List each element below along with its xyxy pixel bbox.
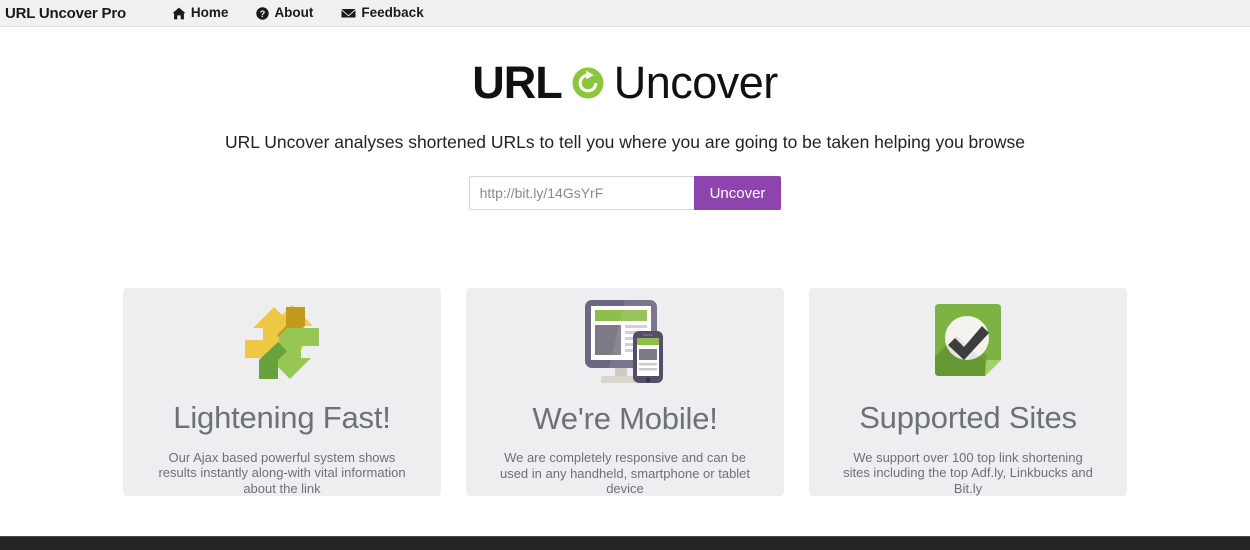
nav-link-about[interactable]: ? About — [256, 6, 313, 20]
feature-card-title: We're Mobile! — [532, 401, 718, 436]
feature-card-title: Supported Sites — [859, 400, 1077, 436]
feature-card-title: Lightening Fast! — [173, 400, 391, 436]
uncover-button[interactable]: Uncover — [693, 176, 782, 210]
feature-card-text: Our Ajax based powerful system shows res… — [158, 449, 406, 496]
nav-link-about-label: About — [274, 5, 314, 21]
hero-tagline: URL Uncover analyses shortened URLs to t… — [225, 132, 1025, 152]
refresh-circle-icon — [571, 66, 605, 100]
url-input[interactable] — [468, 176, 694, 210]
logo-secondary-text: Uncover — [613, 57, 779, 108]
feature-cards: Lightening Fast! Our Ajax based powerful… — [0, 288, 1250, 496]
site-logo: URL Uncover — [0, 60, 1250, 105]
top-navbar: URL Uncover Pro Home ? About Feedback — [0, 0, 1250, 27]
feature-card-lightening-fast: Lightening Fast! Our Ajax based powerful… — [123, 288, 441, 496]
nav-link-feedback-label: Feedback — [361, 5, 424, 21]
hero-section: URL Uncover URL Uncover analyses shorten… — [0, 60, 1250, 210]
logo-primary-text: URL — [472, 57, 562, 108]
green-check-badge-icon — [927, 298, 1009, 387]
recycle-arrows-icon — [239, 298, 325, 387]
nav-link-feedback[interactable]: Feedback — [341, 5, 424, 21]
url-search-form: Uncover — [0, 176, 1250, 210]
svg-text:?: ? — [260, 9, 266, 19]
nav-links: Home ? About Feedback — [172, 6, 424, 20]
feature-card-text: We are completely responsive and can be … — [499, 450, 751, 497]
feature-card-were-mobile: We're Mobile! We are completely responsi… — [466, 288, 784, 496]
footer-bar — [0, 536, 1250, 550]
feature-card-text: We support over 100 top link shortening … — [843, 449, 1093, 496]
responsive-devices-icon — [579, 298, 671, 388]
nav-link-home[interactable]: Home — [172, 5, 229, 21]
brand-title[interactable]: URL Uncover Pro — [0, 5, 126, 22]
question-circle-icon: ? — [256, 6, 270, 20]
nav-link-home-label: Home — [190, 5, 229, 21]
envelope-icon — [341, 8, 356, 19]
home-icon — [172, 7, 186, 20]
feature-card-supported-sites: Supported Sites We support over 100 top … — [809, 288, 1127, 496]
